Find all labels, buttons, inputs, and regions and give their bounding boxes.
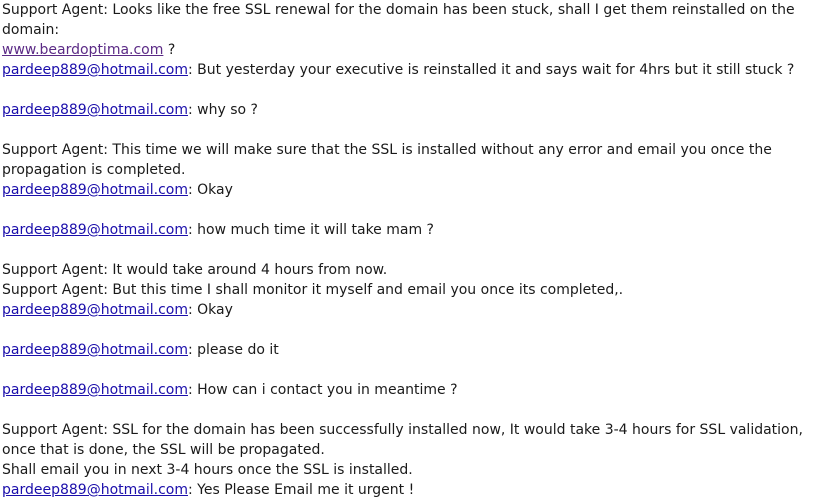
- agent-label: Support Agent:: [2, 282, 108, 298]
- customer-email-link[interactable]: pardeep889@hotmail.com: [2, 102, 188, 118]
- message-text: : Okay: [187, 302, 233, 318]
- customer-message: pardeep889@hotmail.com: please do it: [2, 340, 834, 360]
- agent-message: Support Agent: Looks like the free SSL r…: [2, 0, 834, 60]
- message-text: : please do it: [187, 342, 279, 358]
- customer-email-link[interactable]: pardeep889@hotmail.com: [2, 482, 188, 498]
- message-text: But this time I shall monitor it myself …: [107, 282, 624, 298]
- agent-label: Support Agent:: [2, 262, 108, 278]
- agent-label: Support Agent:: [2, 2, 108, 18]
- customer-email-link[interactable]: pardeep889@hotmail.com: [2, 382, 188, 398]
- customer-email-link[interactable]: pardeep889@hotmail.com: [2, 182, 188, 198]
- customer-message: pardeep889@hotmail.com: how much time it…: [2, 220, 834, 240]
- customer-email-link[interactable]: pardeep889@hotmail.com: [2, 62, 188, 78]
- agent-label: Support Agent:: [2, 142, 108, 158]
- message-text: This time we will make sure that the SSL…: [2, 142, 772, 178]
- customer-email-link[interactable]: pardeep889@hotmail.com: [2, 302, 188, 318]
- message-text: once that is done, the SSL will be propa…: [2, 442, 325, 458]
- message-text: : why so ?: [187, 102, 258, 118]
- agent-message: Support Agent: This time we will make su…: [2, 140, 834, 180]
- message-text: ?: [163, 42, 176, 58]
- customer-message: pardeep889@hotmail.com: How can i contac…: [2, 380, 834, 400]
- customer-email-link[interactable]: pardeep889@hotmail.com: [2, 342, 188, 358]
- customer-message: pardeep889@hotmail.com: why so ?: [2, 100, 834, 120]
- message-text: : But yesterday your executive is reinst…: [187, 62, 795, 78]
- customer-message: pardeep889@hotmail.com: Okay: [2, 300, 834, 320]
- customer-message: pardeep889@hotmail.com: Yes Please Email…: [2, 480, 834, 500]
- customer-email-link[interactable]: pardeep889@hotmail.com: [2, 222, 188, 238]
- message-text: : how much time it will take mam ?: [187, 222, 434, 238]
- customer-message: pardeep889@hotmail.com: Okay: [2, 180, 834, 200]
- message-text: : Yes Please Email me it urgent !: [187, 482, 415, 498]
- domain-link[interactable]: www.beardoptima.com: [2, 42, 163, 58]
- message-text: : Okay: [187, 182, 233, 198]
- agent-message: Support Agent: SSL for the domain has be…: [2, 420, 834, 480]
- message-text: : How can i contact you in meantime ?: [187, 382, 458, 398]
- agent-label: Support Agent:: [2, 422, 108, 438]
- message-text: SSL for the domain has been successfully…: [107, 422, 803, 438]
- agent-message: Support Agent: But this time I shall mon…: [2, 280, 834, 300]
- message-text: Looks like the free SSL renewal for the …: [2, 2, 795, 38]
- agent-message: Support Agent: It would take around 4 ho…: [2, 260, 834, 280]
- message-text: It would take around 4 hours from now.: [107, 262, 388, 278]
- chat-transcript: Support Agent: Looks like the free SSL r…: [2, 0, 834, 500]
- customer-message: pardeep889@hotmail.com: But yesterday yo…: [2, 60, 834, 80]
- message-text: Shall email you in next 3-4 hours once t…: [2, 462, 413, 478]
